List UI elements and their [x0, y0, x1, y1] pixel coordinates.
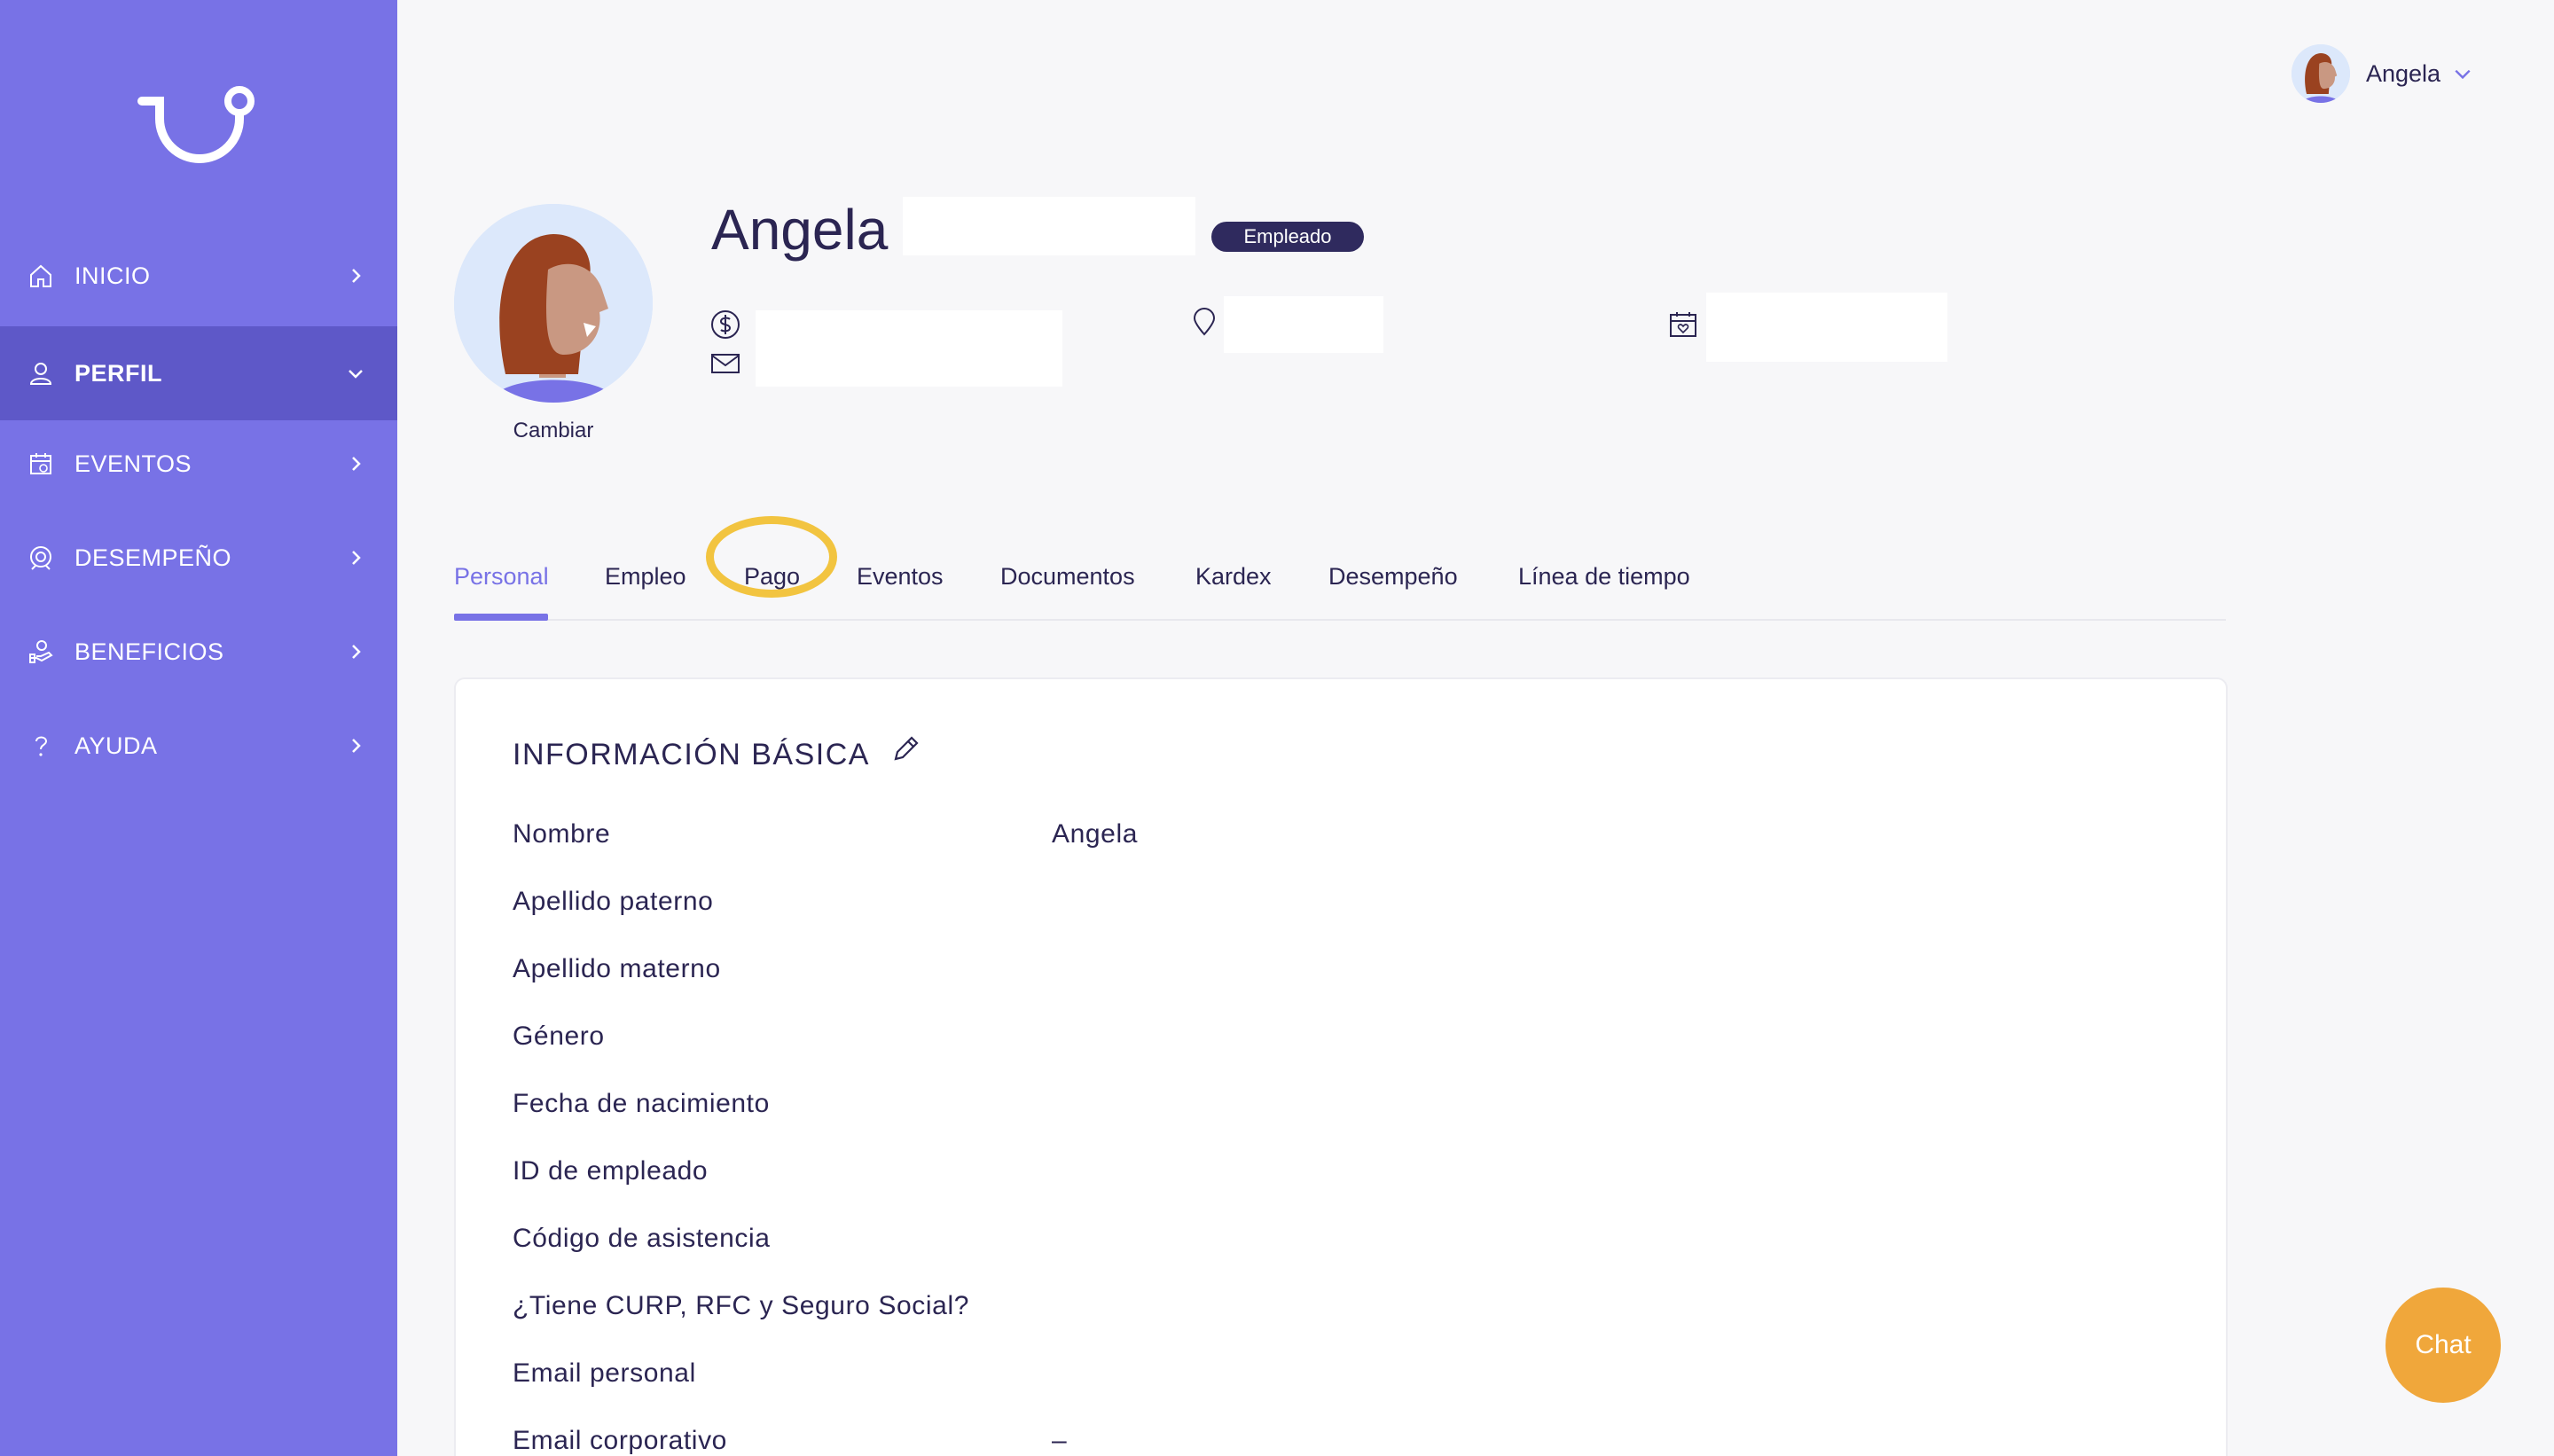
sidebar-item-ayuda[interactable]: AYUDA — [0, 699, 397, 793]
tab-personal[interactable]: Personal — [454, 532, 549, 621]
redacted-location — [1224, 296, 1383, 353]
user-icon — [27, 359, 55, 387]
field-label: Nombre — [513, 819, 611, 849]
chevron-right-icon — [342, 732, 369, 759]
change-avatar-link[interactable]: Cambiar — [454, 419, 653, 443]
sidebar-item-perfil[interactable]: PERFIL — [0, 326, 397, 420]
calendar-heart-icon — [1667, 309, 1699, 341]
sidebar-item-label: PERFIL — [74, 359, 163, 387]
sidebar-item-label: AYUDA — [74, 732, 158, 759]
mail-icon — [709, 348, 741, 380]
tab-empleo[interactable]: Empleo — [605, 532, 686, 621]
field-label: Apellido paterno — [513, 887, 714, 916]
redacted-salary-email — [756, 310, 1062, 387]
field-value: Angela — [1052, 819, 1139, 849]
status-badge: Empleado — [1211, 222, 1364, 252]
sidebar: INICIO PERFIL EVENTOS DESEMPEÑO BENEFICI… — [0, 0, 397, 1456]
field-label: Email personal — [513, 1358, 696, 1388]
chevron-right-icon — [342, 544, 369, 571]
chevron-down-icon — [2453, 63, 2474, 84]
profile-tabs: Personal Empleo Pago Eventos Documentos … — [454, 532, 2226, 621]
performance-icon — [27, 544, 55, 572]
tab-eventos[interactable]: Eventos — [857, 532, 944, 621]
benefits-icon — [27, 638, 55, 666]
tab-linea-de-tiempo[interactable]: Línea de tiempo — [1518, 532, 1690, 621]
card-title: INFORMACIÓN BÁSICA — [513, 738, 870, 771]
chevron-down-icon — [342, 360, 369, 387]
location-pin-icon — [1188, 307, 1220, 339]
pencil-icon[interactable] — [890, 734, 922, 766]
field-label: Apellido materno — [513, 954, 721, 983]
dollar-icon — [709, 309, 741, 341]
sidebar-item-label: BENEFICIOS — [74, 638, 224, 665]
field-label: ID de empleado — [513, 1156, 709, 1186]
profile-avatar[interactable] — [454, 204, 653, 403]
sidebar-item-desempeno[interactable]: DESEMPEÑO — [0, 511, 397, 605]
help-icon — [27, 732, 55, 760]
chevron-right-icon — [342, 262, 369, 289]
sidebar-item-label: INICIO — [74, 262, 151, 289]
chevron-right-icon — [342, 450, 369, 477]
sidebar-item-label: DESEMPEÑO — [74, 544, 232, 571]
field-label: Email corporativo — [513, 1426, 727, 1455]
field-label: Género — [513, 1022, 605, 1051]
redacted-date — [1706, 293, 1947, 362]
chat-button[interactable]: Chat — [2386, 1288, 2501, 1403]
field-label: ¿Tiene CURP, RFC y Seguro Social? — [513, 1291, 969, 1320]
user-menu[interactable]: Angela — [2292, 44, 2474, 103]
field-value: – — [1052, 1426, 1068, 1455]
avatar — [2292, 44, 2350, 103]
chevron-right-icon — [342, 638, 369, 665]
sidebar-item-inicio[interactable]: INICIO — [0, 229, 397, 323]
calendar-icon — [27, 450, 55, 478]
active-tab-indicator — [454, 614, 548, 621]
redacted-last-name — [903, 197, 1195, 255]
basic-info-card: INFORMACIÓN BÁSICA Nombre Angela Apellid… — [454, 677, 2228, 1456]
tab-desempeno[interactable]: Desempeño — [1328, 532, 1458, 621]
sidebar-item-label: EVENTOS — [74, 450, 192, 477]
user-name: Angela — [2366, 59, 2441, 87]
sidebar-item-beneficios[interactable]: BENEFICIOS — [0, 605, 397, 699]
field-label: Código de asistencia — [513, 1224, 771, 1253]
field-label: Fecha de nacimiento — [513, 1089, 770, 1118]
tab-documentos[interactable]: Documentos — [1000, 532, 1135, 621]
tab-pago[interactable]: Pago — [744, 532, 800, 621]
tab-kardex[interactable]: Kardex — [1195, 532, 1272, 621]
profile-name: Angela — [711, 198, 889, 262]
home-icon — [27, 262, 55, 290]
logo[interactable] — [133, 80, 266, 168]
sidebar-item-eventos[interactable]: EVENTOS — [0, 417, 397, 511]
